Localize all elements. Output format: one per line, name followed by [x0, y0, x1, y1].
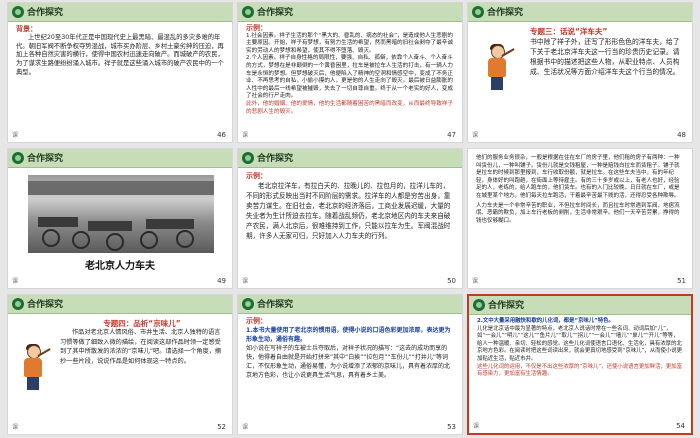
- slide-thumbnail-49[interactable]: 合作探究 老北京人力车夫 课 49: [7, 148, 233, 289]
- slide-header: 合作探究: [238, 295, 462, 314]
- section-logo-icon: [242, 6, 254, 18]
- photo-caption: 老北京人力车夫: [85, 261, 155, 272]
- example-label: 示例：: [246, 317, 267, 325]
- section-title: 合作探究: [27, 8, 64, 18]
- section-title: 合作探究: [257, 8, 294, 18]
- slide-header: 合作探究: [8, 3, 232, 22]
- slide-number: 49: [217, 277, 226, 285]
- slide-number: 50: [447, 277, 456, 285]
- slide-number: 48: [677, 131, 686, 139]
- section-logo-icon: [242, 298, 254, 310]
- slide-thumbnail-54[interactable]: 合作探究 2.文中大量采用融快和歇的儿化词，都是“京味儿”特色。 儿化是北京话中…: [467, 294, 693, 435]
- slide-text: 上世纪20至30年代正是中国现代史上最黑暗、最混乱的多灾多难的年代。朝旧军阀不断…: [16, 33, 224, 76]
- section-logo-icon: [12, 298, 24, 310]
- page-mark: 课: [12, 278, 19, 285]
- slide-header: 合作探究: [8, 149, 232, 168]
- slide-paragraph-1: 1.社会因素。祥子生活的那个“黑大的、昏乱的、病态的社会”，是造成他人生悲剧的主…: [246, 32, 453, 54]
- page-mark: 课: [242, 278, 249, 285]
- slide-thumbnail-52[interactable]: 合作探究 专题四：品析“京味儿” 作品对老北京人情风俗、市井生活、北京人独特的语…: [7, 294, 233, 435]
- slide-thumbnail-48[interactable]: 合作探究 专题三：话说“洋车夫” 书中除了祥子外，还写了形形色色的洋车夫，给了下…: [467, 2, 693, 143]
- page-mark: 课: [472, 278, 479, 285]
- slide-paragraph-1: 2.文中大量采用融快和歇的儿化词，都是“京味儿”特色。: [477, 318, 614, 324]
- teacher-illustration-icon: [18, 344, 51, 391]
- slide-number: 46: [217, 131, 226, 139]
- slide-text: 老北京拉洋车，有拉白天的、拉晚儿的、拉包月的，拉洋儿车的，不同的形式反映出当时不…: [246, 182, 451, 240]
- slide-number: 51: [677, 277, 686, 285]
- slide-text: 书中除了祥子外，还写了形形色色的洋车夫，给了下关于老北京洋车夫这一行当的珍贵历史…: [530, 38, 680, 76]
- slide-paragraph-1: 1.本书大量使用了老北京的惯用语，使得小说的口语色彩更加浓厚，表达更为形象生动，…: [246, 327, 451, 343]
- example-label: 示例：: [246, 172, 267, 180]
- slide-header: 合作探究: [238, 3, 462, 22]
- slide-paragraph-3: 这些儿化词的运用，不仅是不出这些浓厚的“京味儿”，还使小说语言更加鲜活，更加富有…: [477, 363, 683, 378]
- background-label: 背景：: [16, 25, 37, 33]
- page-mark: 课: [242, 424, 249, 431]
- slide-number: 54: [676, 422, 685, 430]
- section-logo-icon: [473, 299, 485, 311]
- slide-number: 52: [217, 423, 226, 431]
- slide-thumbnail-47[interactable]: 合作探究 示例： 1.社会因素。祥子生活的那个“黑大的、昏乱的、病态的社会”，是…: [237, 2, 463, 143]
- slide-header: 合作探究: [469, 296, 691, 315]
- section-title: 合作探究: [488, 301, 525, 311]
- slide-thumbnail-53[interactable]: 合作探究 示例： 1.本书大量使用了老北京的惯用语，使得小说的口语色彩更加浓厚，…: [237, 294, 463, 435]
- slide-text: 作品对老北京人情风俗、市井生活、北京人独特的语言习惯等做了细致入微的描绘，在阅读…: [60, 329, 222, 365]
- section-title: 合作探究: [27, 154, 64, 164]
- slide-paragraph-3: 此外，他的婚姻、他的爱情，他的生活都随着困苦的黑暗而改变，从而最终导致祥子的悲剧…: [246, 100, 453, 115]
- slide-number: 47: [447, 131, 456, 139]
- section-logo-icon: [472, 6, 484, 18]
- teacher-illustration-icon: [482, 44, 515, 91]
- slide-thumbnail-46[interactable]: 合作探究 背景： 上世纪20至30年代正是中国现代史上最黑暗、最混乱的多灾多难的…: [7, 2, 233, 143]
- page-mark: 课: [472, 132, 479, 139]
- slide-header: 合作探究: [8, 295, 232, 314]
- slide-header: 合作探究: [238, 149, 462, 168]
- slide-paragraph-2: 儿化是北京话中最为显著的特点，老北京人说话时常在一些名词、动词后加“儿”，如“一…: [477, 325, 683, 362]
- slide-paragraph-2: 如小说在写祥子的车被士兵夺取后，对祥子状况的描写：“这去的成功而享的快，他得着自…: [246, 345, 451, 379]
- slide-text: 他们的服务业务很杂，一般是根据在住在车厂的房子里，他们租的房子有两种：一种叫赁份…: [476, 155, 680, 199]
- slide-header: 合作探究: [468, 3, 692, 22]
- section-logo-icon: [242, 152, 254, 164]
- topic-title: 专题三：话说“洋车夫”: [530, 27, 608, 36]
- page-mark: 课: [473, 423, 480, 430]
- section-logo-icon: [12, 152, 24, 164]
- slide-thumbnail-50[interactable]: 合作探究 示例： 老北京拉洋车，有拉白天的、拉晚儿的、拉包月的，拉洋儿车的，不同…: [237, 148, 463, 289]
- section-title: 合作探究: [487, 8, 524, 18]
- page-mark: 课: [12, 424, 19, 431]
- section-title: 合作探究: [27, 300, 64, 310]
- slide-paragraph-2: 2.个人因素。祥子自身性格的局限性，要强、自私、孤僻，依靠个人奋斗、个人奋斗的方…: [246, 55, 453, 100]
- example-label: 示例：: [246, 24, 267, 32]
- topic-title: 专题四：品析“京味儿”: [103, 319, 181, 328]
- slide-number: 53: [447, 423, 456, 431]
- page-mark: 课: [242, 132, 249, 139]
- section-logo-icon: [12, 6, 24, 18]
- section-title: 合作探究: [257, 300, 294, 310]
- slide-thumbnail-51[interactable]: 他们的服务业务很杂，一般是根据在住在车厂的房子里，他们租的房子有两种：一种叫赁份…: [467, 148, 693, 289]
- rickshaw-photo: [28, 175, 214, 253]
- slide-text-2: 人力车夫是一个非常辛苦的职业，不但拉车时间长，而且拉车时常遇到军阀、地痞流氓、恶…: [476, 202, 680, 224]
- section-title: 合作探究: [257, 154, 294, 164]
- page-mark: 课: [12, 132, 19, 139]
